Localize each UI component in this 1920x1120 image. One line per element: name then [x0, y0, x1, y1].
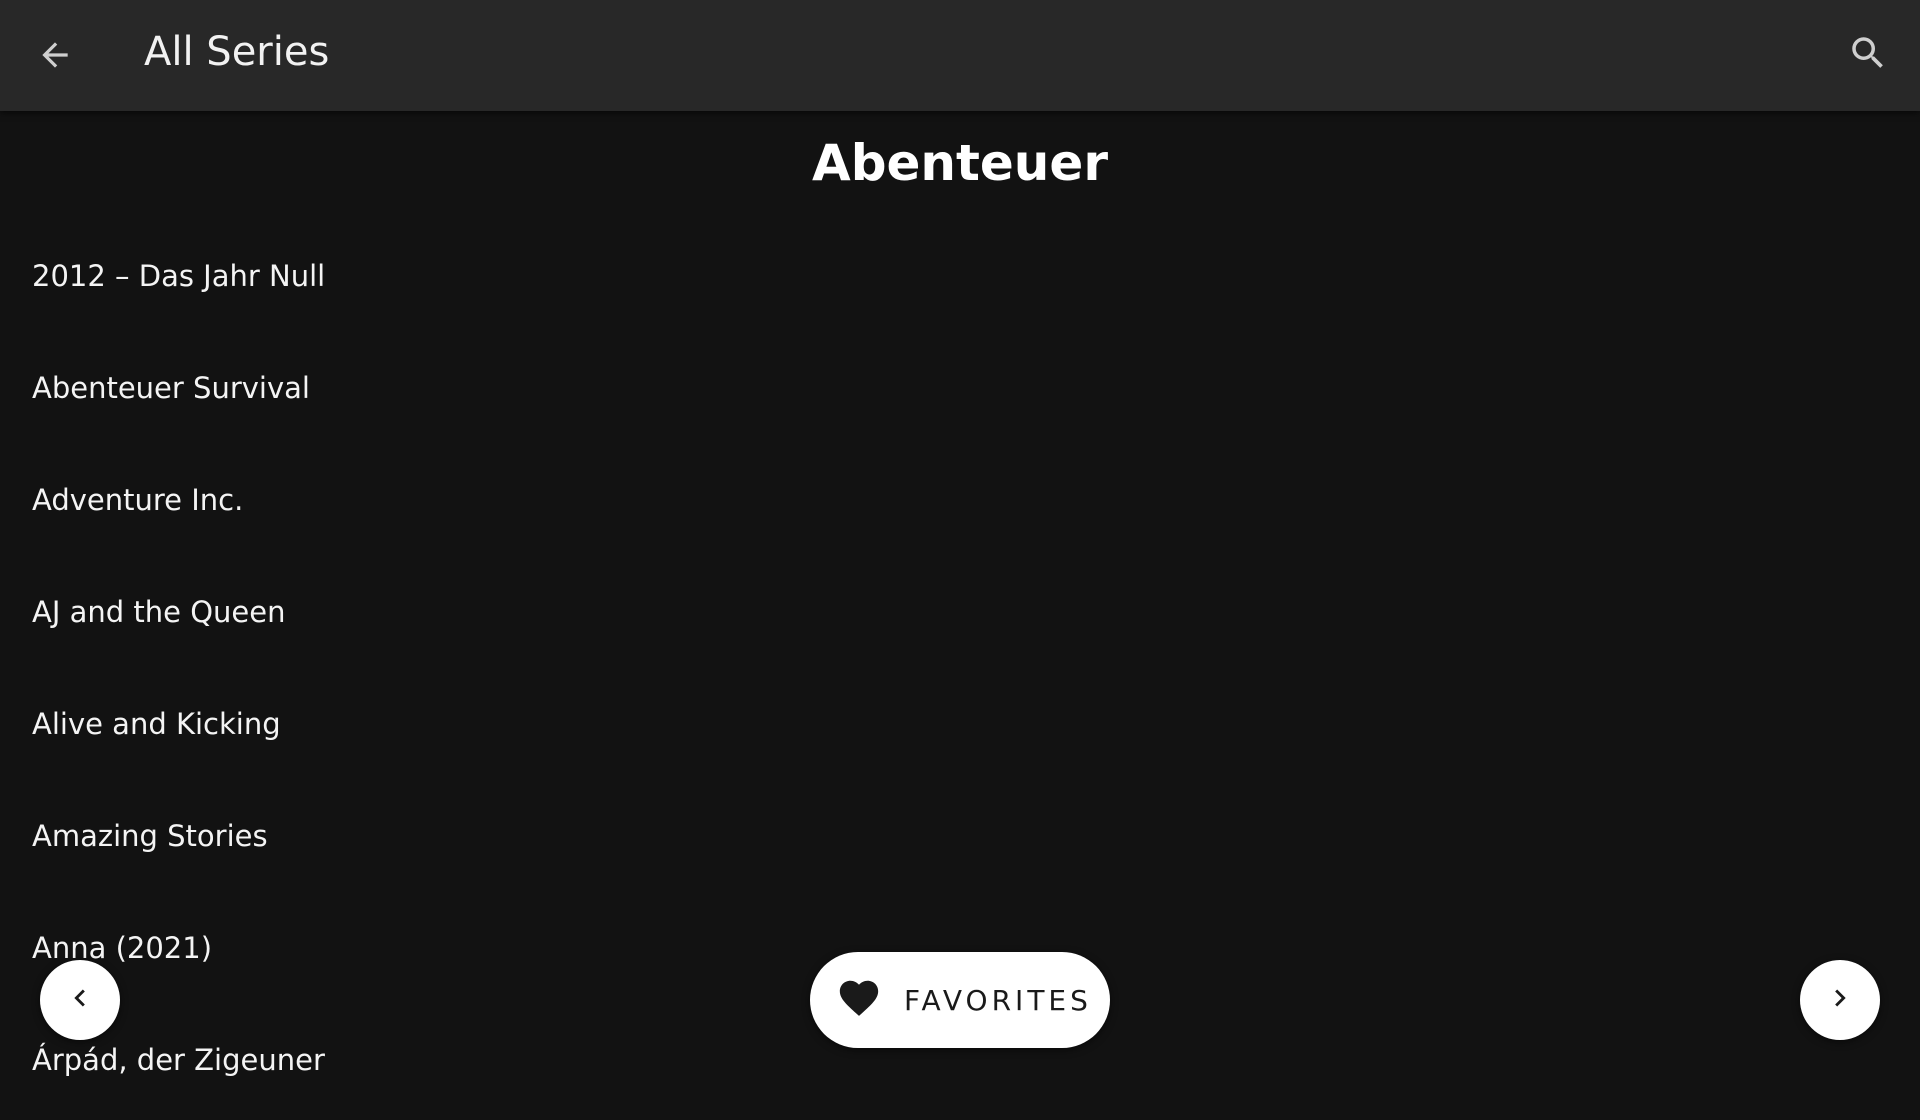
chevron-right-icon: [1823, 981, 1857, 1019]
chevron-left-icon: [63, 981, 97, 1019]
favorites-label: FAVORITES: [904, 983, 1092, 1017]
page-heading: Abenteuer: [812, 134, 1108, 192]
app-title: All Series: [144, 29, 330, 75]
series-list-item[interactable]: Amazing Stories: [0, 784, 1920, 896]
heart-icon: [836, 975, 882, 1025]
series-list-item[interactable]: Alive and Kicking: [0, 672, 1920, 784]
previous-page-button[interactable]: [40, 960, 120, 1040]
next-page-button[interactable]: [1800, 960, 1880, 1040]
search-icon: [1847, 32, 1889, 78]
arrow-left-icon: [36, 36, 74, 78]
favorites-button[interactable]: FAVORITES: [810, 952, 1110, 1048]
series-list-item[interactable]: AJ and the Queen: [0, 560, 1920, 672]
search-button[interactable]: [1842, 29, 1894, 81]
app-bar: All Series: [0, 0, 1920, 111]
series-list-item[interactable]: 2012 – Das Jahr Null: [0, 224, 1920, 336]
back-button[interactable]: [30, 32, 80, 82]
series-list-item[interactable]: Adventure Inc.: [0, 448, 1920, 560]
series-list-item[interactable]: Abenteuer Survival: [0, 336, 1920, 448]
